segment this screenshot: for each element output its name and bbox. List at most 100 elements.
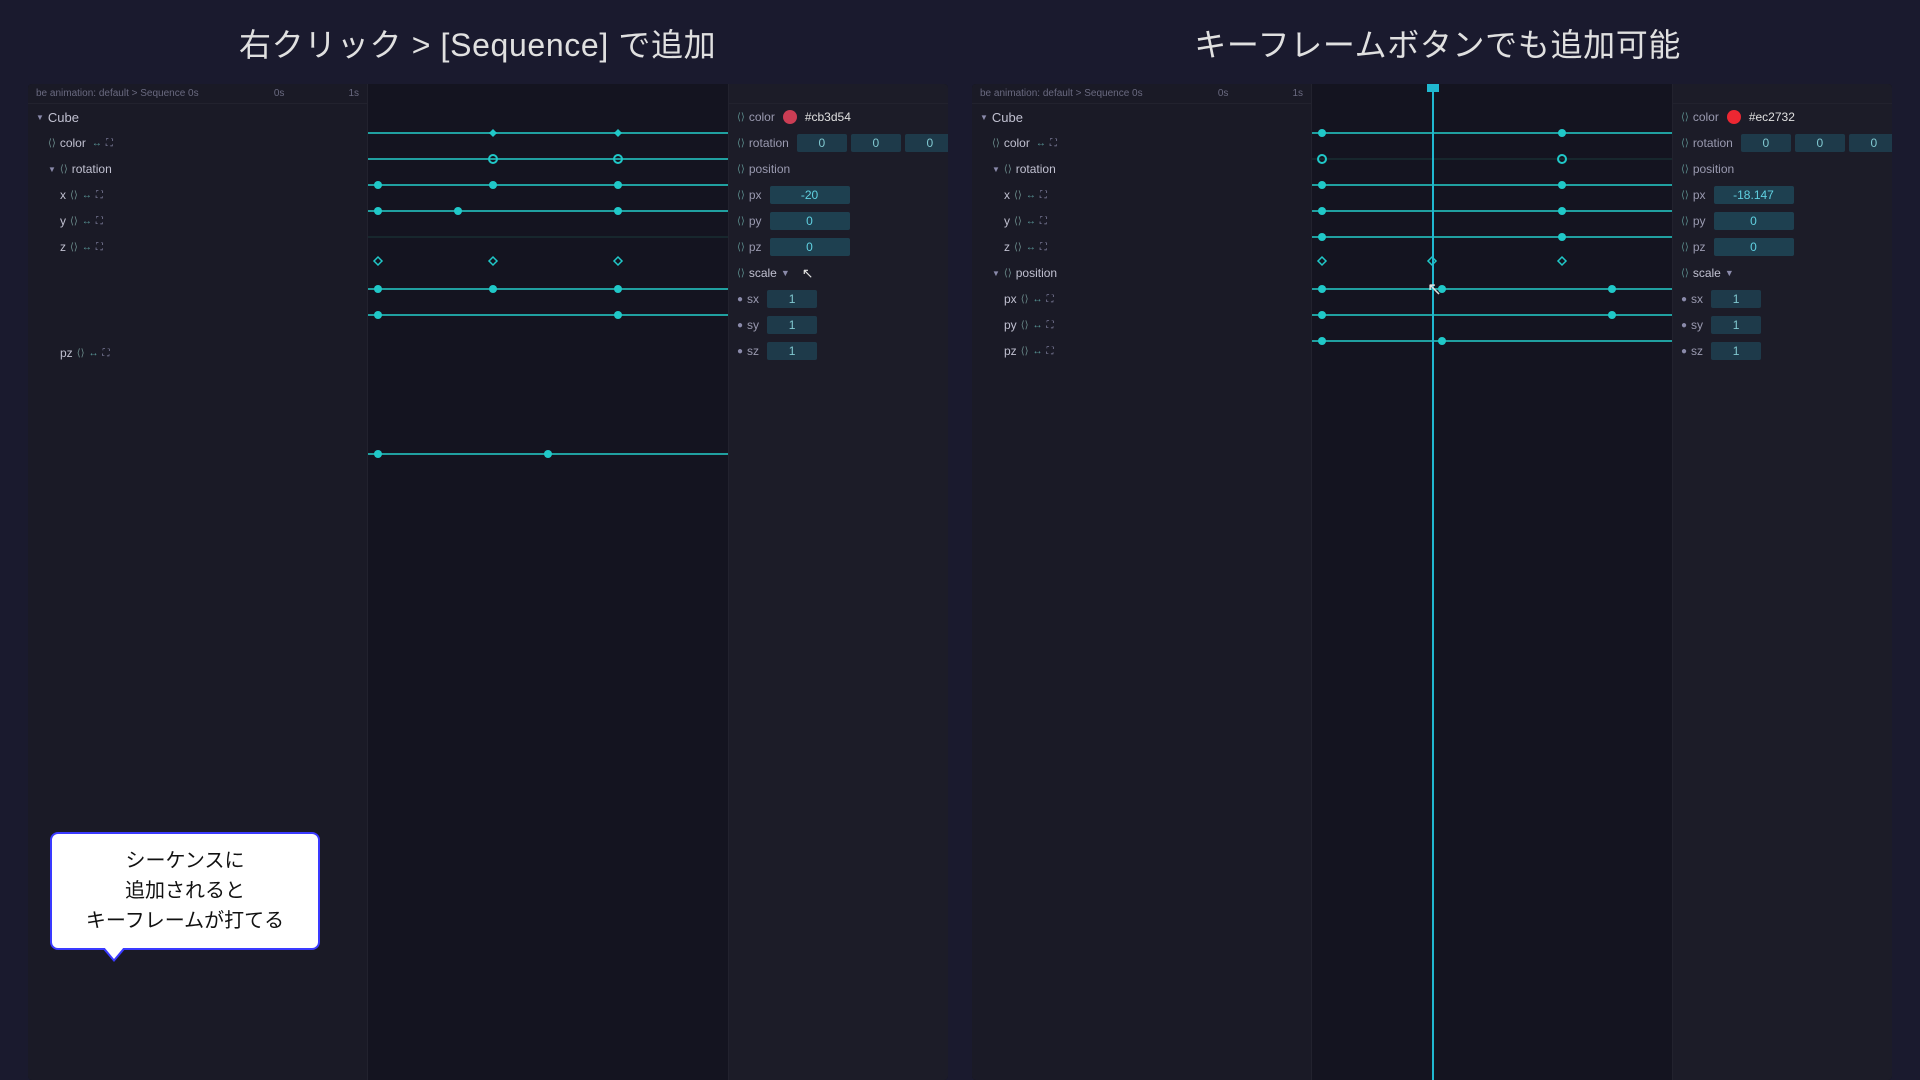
- right-py-prop-icon: ⟨⟩: [1021, 320, 1029, 331]
- left-pos-icon: ⟨⟩: [737, 164, 745, 175]
- left-z-track-icon: ↔: [82, 242, 92, 253]
- right-pz-label: pz: [1004, 344, 1017, 358]
- left-pos-kf3: [614, 257, 622, 265]
- left-sx-val[interactable]: 1: [767, 290, 817, 308]
- right-rotation-tree-item[interactable]: ▼ ⟨⟩ rotation: [972, 156, 1311, 182]
- right-color-label: color: [1004, 136, 1030, 150]
- right-z-label: z: [1004, 240, 1010, 254]
- cube-expand-icon: ▼: [36, 113, 44, 122]
- right-color-val-label: color: [1693, 110, 1719, 124]
- right-scale-header[interactable]: ⟨⟩ scale ▼: [1673, 260, 1892, 286]
- right-position-prop-icon: ⟨⟩: [1004, 268, 1012, 279]
- right-color-value-row: ⟨⟩ color #ec2732: [1673, 104, 1892, 130]
- right-playhead: [1432, 84, 1434, 1080]
- left-color-val-label: color: [749, 110, 775, 124]
- panels-container: be animation: default > Sequence 0s 0s 1…: [0, 84, 1920, 1080]
- right-ruler-1s: 1s: [1292, 88, 1303, 99]
- callout-line2: 追加されると: [70, 876, 300, 906]
- right-pz-track-icon: ↔: [1033, 346, 1043, 357]
- left-z-prop-icon: ⟨⟩: [70, 242, 78, 253]
- left-keyframe-btn[interactable]: ↔: [92, 138, 102, 149]
- left-pz-val-label: pz: [749, 240, 762, 254]
- right-rotation-z-item: z ⟨⟩ ↔ ⛶: [972, 234, 1311, 260]
- left-py-val[interactable]: 0: [770, 212, 850, 230]
- right-timeline-svg: [1312, 84, 1672, 1080]
- right-y-prop-icon: ⟨⟩: [1014, 216, 1022, 227]
- right-z-kf0: [1318, 233, 1326, 241]
- rotation-tree-item[interactable]: ▼ ⟨⟩ rotation: [28, 156, 367, 182]
- right-cursor-icon: ↖: [1427, 279, 1442, 300]
- right-sz-val[interactable]: 1: [1711, 342, 1761, 360]
- right-rot-icon: ⟨⟩: [1681, 138, 1689, 149]
- left-pz-val[interactable]: 0: [770, 238, 850, 256]
- left-sz-val[interactable]: 1: [767, 342, 817, 360]
- left-py-icon: ⟨⟩: [737, 216, 745, 227]
- right-y-kf-icon: ⛶: [1040, 216, 1047, 227]
- right-position-tree-item[interactable]: ▼ ⟨⟩ position: [972, 260, 1311, 286]
- right-rotation-expand-icon: ▼: [992, 165, 1000, 174]
- right-py-val[interactable]: 0: [1714, 212, 1794, 230]
- right-keyframe-btn[interactable]: ↔: [1036, 138, 1046, 149]
- right-rotation-val-label: rotation: [1693, 136, 1733, 150]
- right-pz-val-icon: ⟨⟩: [1681, 242, 1689, 253]
- left-scale-label: scale: [749, 266, 777, 280]
- left-right-col: ⟨⟩ color #cb3d54 ⟨⟩ rotation 0 0 0 ⟨⟩ po…: [728, 84, 948, 1080]
- left-timeline-area: [368, 84, 728, 1080]
- left-z-label: z: [60, 240, 66, 254]
- left-py-row: ⟨⟩ py 0: [729, 208, 948, 234]
- left-pz-label: pz: [60, 346, 73, 360]
- left-color-dot: [783, 110, 797, 124]
- right-position-label-row: ⟨⟩ position: [1673, 156, 1892, 182]
- right-px-val[interactable]: -18.147: [1714, 186, 1794, 204]
- cube-tree-item[interactable]: ▼ Cube: [28, 104, 367, 130]
- right-py-icon: ⟨⟩: [1681, 216, 1689, 227]
- right-x-prop-icon: ⟨⟩: [1014, 190, 1022, 201]
- right-sz-label: sz: [1691, 344, 1703, 358]
- pz-item: pz ⟨⟩ ↔ ⛶: [28, 340, 367, 366]
- left-x-prop-icon: ⟨⟩: [70, 190, 78, 201]
- left-px-kf0: [374, 285, 382, 293]
- right-px-kf0: [1318, 285, 1326, 293]
- left-scale-header[interactable]: ⟨⟩ scale ▼ ↖: [729, 260, 948, 286]
- right-px-kf2: [1608, 285, 1616, 293]
- left-scale-chevron: ▼: [781, 268, 790, 278]
- rotation-z-item: z ⟨⟩ ↔ ⛶: [28, 234, 367, 260]
- right-cube-label: Cube: [992, 110, 1023, 125]
- right-position-val-label: position: [1693, 162, 1734, 176]
- right-sy-val[interactable]: 1: [1711, 316, 1761, 334]
- right-sx-val[interactable]: 1: [1711, 290, 1761, 308]
- right-scale-label: scale: [1693, 266, 1721, 280]
- right-x-label: x: [1004, 188, 1010, 202]
- left-sy-val[interactable]: 1: [767, 316, 817, 334]
- right-z-kf-icon: ⛶: [1040, 242, 1047, 253]
- right-rot-y-val[interactable]: 0: [1795, 134, 1845, 152]
- left-rotation-row: ⟨⟩ rotation 0 0 0: [729, 130, 948, 156]
- right-px-label: px: [1693, 188, 1706, 202]
- page-header: 右クリック > [Sequence] で追加 キーフレームボタンでも追加可能: [0, 0, 1920, 84]
- right-rot-z-val[interactable]: 0: [1849, 134, 1892, 152]
- right-sy-row: ● sy 1: [1673, 312, 1892, 338]
- left-px-val[interactable]: -20: [770, 186, 850, 204]
- left-breadcrumb: be animation: default > Sequence 0s 0s 1…: [28, 84, 367, 104]
- right-px-track-icon: ↔: [1033, 294, 1043, 305]
- right-sx-dot: ●: [1681, 294, 1687, 305]
- right-pz-val[interactable]: 0: [1714, 238, 1794, 256]
- left-color-label: color: [60, 136, 86, 150]
- left-color-hex: #cb3d54: [805, 110, 851, 124]
- left-py-kf1: [614, 311, 622, 319]
- left-rot-x-val[interactable]: 0: [797, 134, 847, 152]
- right-sx-row: ● sx 1: [1673, 286, 1892, 312]
- title-right: キーフレームボタンでも追加可能: [1194, 20, 1681, 66]
- left-pos-kf1: [374, 257, 382, 265]
- right-py-item: py ⟨⟩ ↔ ⛶: [972, 312, 1311, 338]
- right-rotation-row: ⟨⟩ rotation 0 0 0: [1673, 130, 1892, 156]
- left-pos-kf2: [489, 257, 497, 265]
- right-rot-x-val[interactable]: 0: [1741, 134, 1791, 152]
- right-y-label: y: [1004, 214, 1010, 228]
- left-rot-y-val[interactable]: 0: [851, 134, 901, 152]
- left-panel: be animation: default > Sequence 0s 0s 1…: [28, 84, 948, 1080]
- right-pos-kf0: [1318, 257, 1326, 265]
- right-cube-tree-item[interactable]: ▼ Cube: [972, 104, 1311, 130]
- left-rot-z-val[interactable]: 0: [905, 134, 948, 152]
- left-sx-dot: ●: [737, 294, 743, 305]
